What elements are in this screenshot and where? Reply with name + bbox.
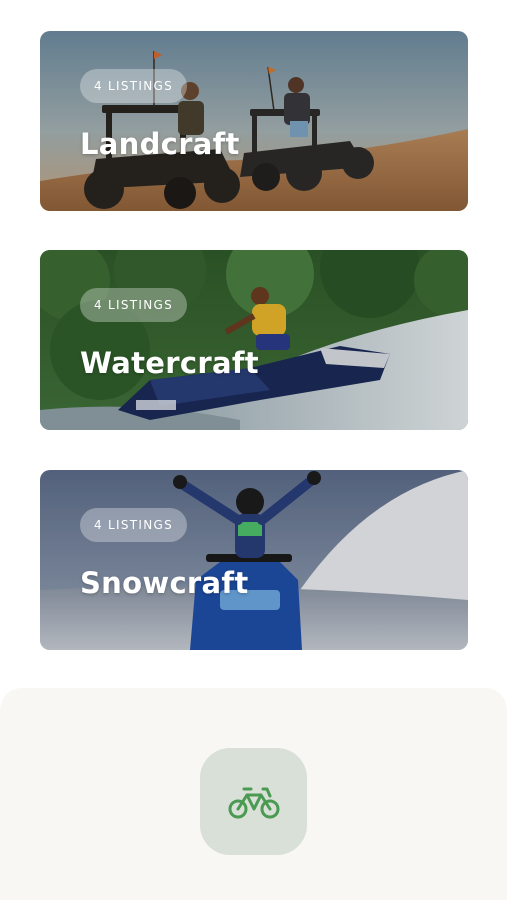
category-card-watercraft[interactable]: 4 LISTINGS Watercraft — [40, 250, 468, 430]
watercraft-photo — [40, 250, 468, 430]
category-title: Watercraft — [80, 346, 259, 380]
category-card-landcraft[interactable]: 4 LISTINGS Landcraft — [40, 31, 468, 211]
bicycle-icon — [228, 787, 279, 818]
category-title: Snowcraft — [80, 566, 249, 600]
category-title: Landcraft — [80, 127, 240, 161]
bottom-panel — [0, 688, 507, 900]
bicycle-category-button[interactable] — [200, 748, 307, 855]
listings-count-badge: 4 LISTINGS — [80, 508, 188, 542]
listings-count-badge: 4 LISTINGS — [80, 288, 188, 322]
landcraft-photo — [40, 31, 468, 211]
category-card-snowcraft[interactable]: 4 LISTINGS Snowcraft — [40, 470, 468, 650]
listings-count-badge: 4 LISTINGS — [80, 69, 188, 103]
snowcraft-photo — [40, 470, 468, 650]
